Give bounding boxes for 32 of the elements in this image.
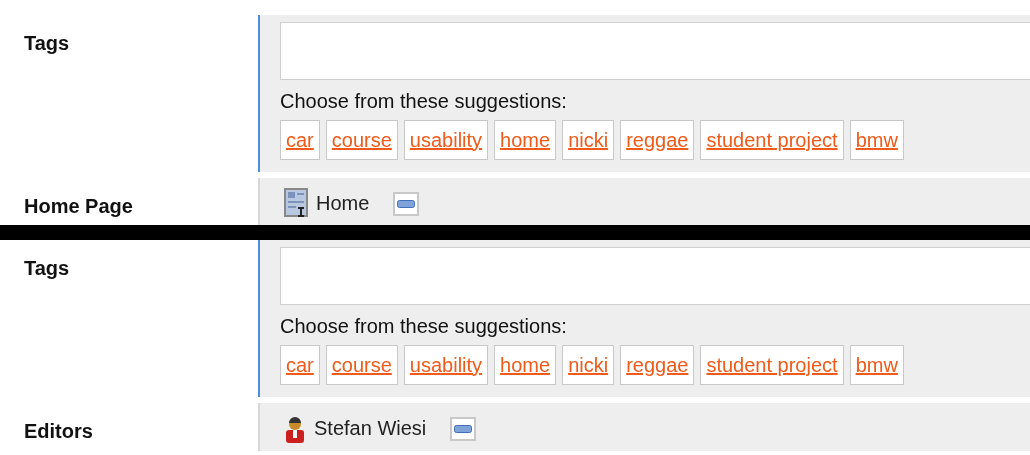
tag-link[interactable]: home: [494, 120, 557, 160]
tag-link[interactable]: nicki: [562, 345, 615, 385]
page-icon: [284, 188, 308, 218]
tag-link[interactable]: student project: [700, 120, 844, 160]
tag-link[interactable]: car: [280, 345, 320, 385]
field-label: Editors: [24, 420, 93, 442]
tag-link[interactable]: home: [494, 345, 557, 385]
tag-link[interactable]: bmw: [849, 120, 904, 160]
suggestions-hint: Choose from these suggestions:: [280, 314, 567, 339]
tag-link[interactable]: nicki: [562, 120, 615, 160]
tag-link[interactable]: reggae: [620, 345, 695, 385]
field-label: Tags: [24, 32, 70, 54]
tag-link[interactable]: reggae: [620, 120, 695, 160]
tags-input-field[interactable]: [280, 22, 1030, 80]
tag-link[interactable]: usability: [403, 120, 489, 160]
tag-link[interactable]: bmw: [849, 345, 904, 385]
remove-button[interactable]: [393, 192, 420, 216]
tag-link[interactable]: car: [280, 120, 320, 160]
remove-button[interactable]: [450, 417, 477, 441]
field-label: Home Page: [24, 195, 133, 217]
tag-link[interactable]: student project: [700, 345, 844, 385]
field-label: Tags: [24, 257, 70, 279]
tag-link[interactable]: course: [325, 345, 398, 385]
minus-icon: [454, 425, 473, 433]
tag-link[interactable]: course: [325, 120, 398, 160]
tags-input-field[interactable]: [280, 247, 1030, 305]
user-icon: [284, 415, 306, 443]
user-name: Stefan Wiesi: [314, 416, 427, 441]
page-title: Home: [316, 191, 370, 216]
suggestions-hint: Choose from these suggestions:: [280, 89, 567, 114]
minus-icon: [397, 200, 416, 208]
tag-link[interactable]: usability: [403, 345, 489, 385]
